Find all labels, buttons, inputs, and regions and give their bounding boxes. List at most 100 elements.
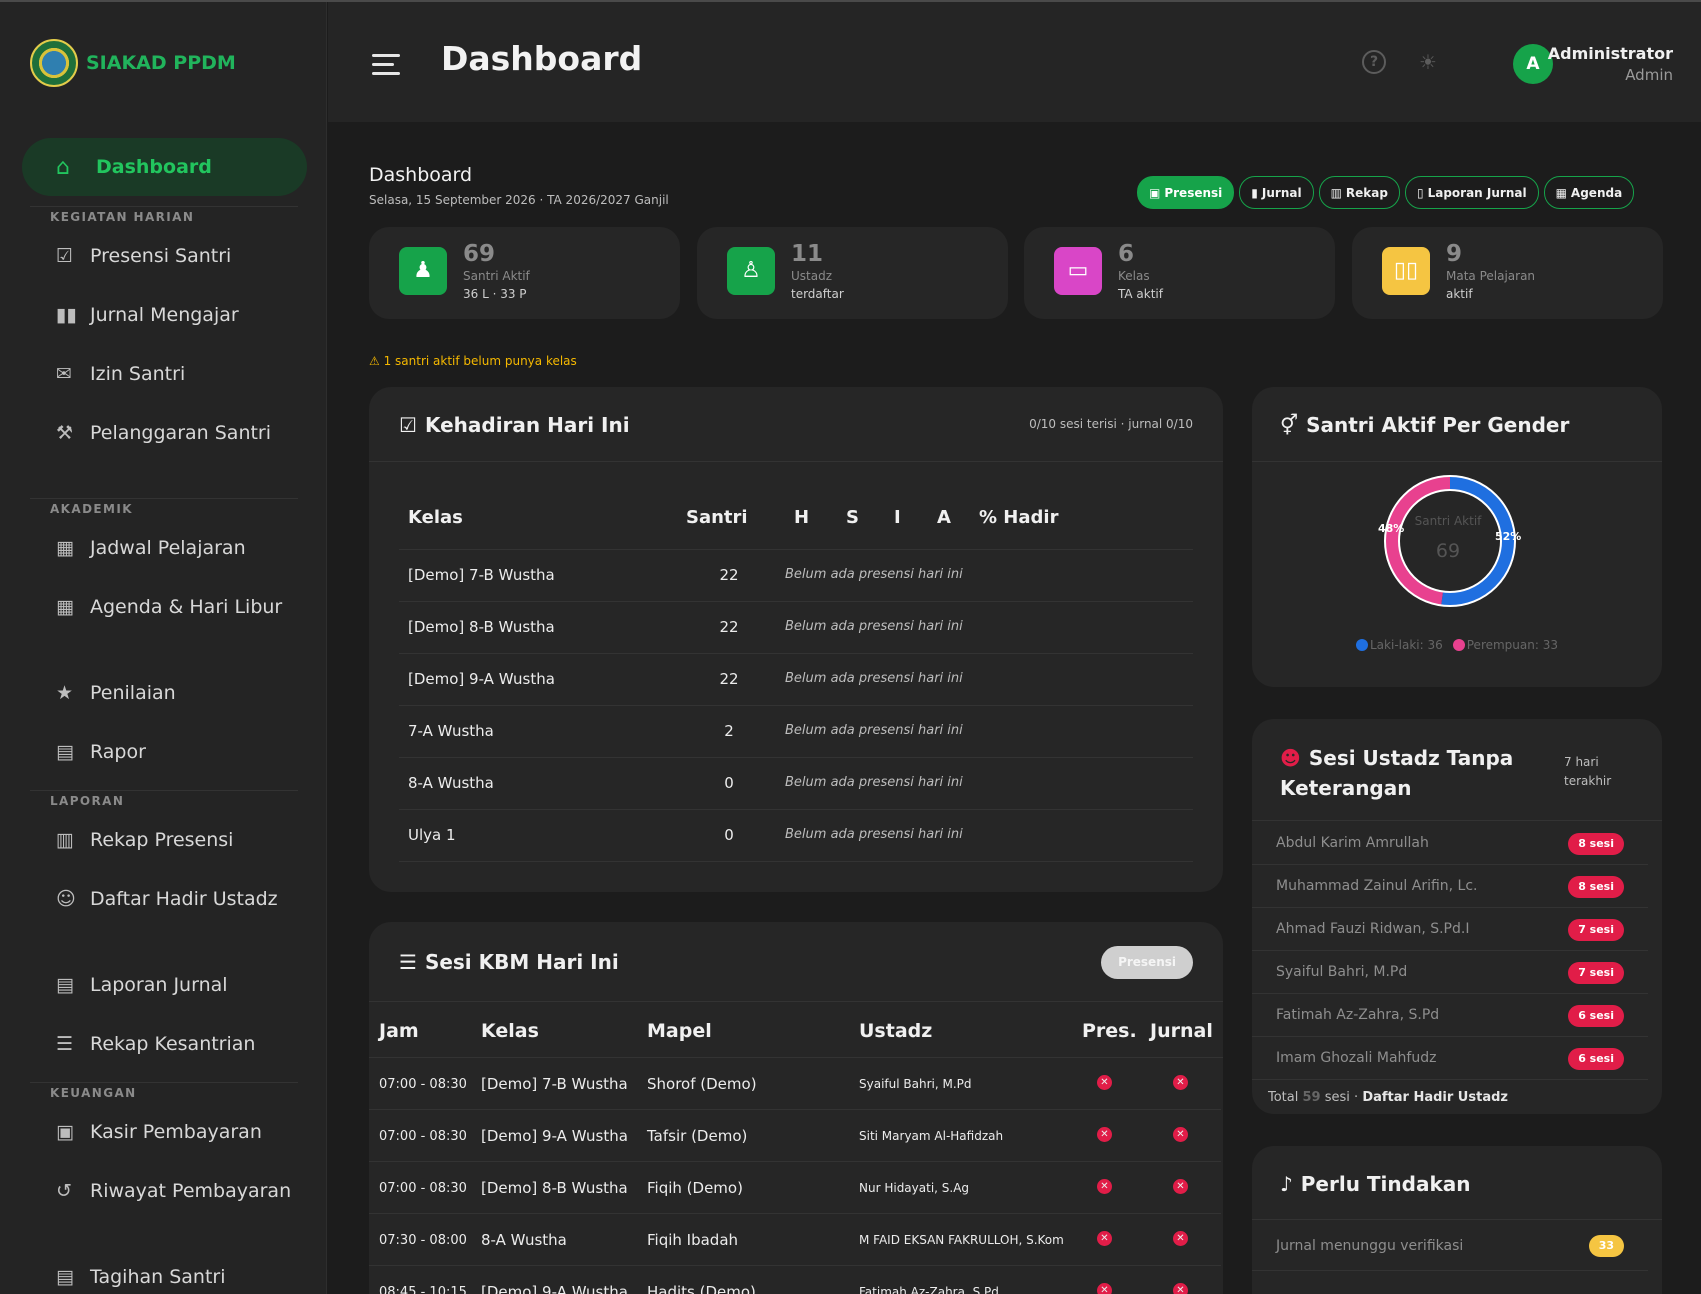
top-header: Dashboard ? ☀ A Administrator Admin [328, 2, 1701, 122]
card-header: ♪ Perlu Tindakan [1252, 1146, 1662, 1220]
warning-message[interactable]: ⚠ 1 santri aktif belum punya kelas [369, 354, 577, 368]
column-header: S [846, 507, 859, 528]
sidebar-item-pelanggaran-santri[interactable]: ⚒ Pelanggaran Santri [56, 420, 306, 447]
nav-divider [30, 790, 298, 791]
sidebar-item-laporan-jurnal[interactable]: ▤ Laporan Jurnal [56, 972, 306, 999]
presensi-button[interactable]: ▣ Presensi [1137, 176, 1235, 209]
daftar-hadir-link[interactable]: Daftar Hadir Ustadz [1362, 1090, 1508, 1105]
column-header: Jam [379, 1020, 419, 1042]
user-name[interactable]: Administrator [1548, 44, 1673, 63]
donut-center-label: Santri Aktif [1415, 514, 1483, 528]
donut-center-value: 69 [1436, 540, 1460, 562]
legend-dot [1356, 639, 1368, 651]
close-circle-icon: ✕ [1173, 1127, 1188, 1142]
calendar-icon: ▦ [56, 537, 74, 559]
card-title: ☰ Sesi KBM Hari Ini [399, 950, 619, 974]
table-row[interactable]: 07:00 - 08:30 [Demo] 8-B Wustha Fiqih (Dem… [369, 1162, 1221, 1214]
sidebar: SIAKAD PPDM ⌂ Dashboard KEGIATAN HARIAN … [0, 2, 327, 1294]
stat-label: Kelas [1118, 269, 1150, 283]
stat-card-kelas[interactable]: ▭ 6 Kelas TA aktif [1024, 227, 1335, 319]
sidebar-item-daftar-hadir-ustadz[interactable]: ☺ Daftar Hadir Ustadz [56, 886, 306, 913]
stat-label: Santri Aktif [463, 269, 530, 283]
history-icon: ↺ [56, 1180, 72, 1202]
legend-item-laki-laki[interactable]: Laki-laki: 36 [1356, 638, 1443, 652]
help-icon[interactable]: ? [1362, 50, 1386, 74]
book-open-icon: ▮▮ [56, 304, 77, 326]
column-header: Jurnal [1150, 1020, 1213, 1042]
list-item[interactable]: Jurnal menunggu verifikasi 33 [1252, 1221, 1648, 1271]
brand-logo [30, 39, 78, 87]
menu-toggle-icon[interactable] [372, 54, 400, 76]
close-circle-icon: ✕ [1097, 1283, 1112, 1294]
table-row[interactable]: 7-A Wustha 2 Belum ada presensi hari ini [399, 706, 1193, 758]
sidebar-item-kasir-pembayaran[interactable]: ▣ Kasir Pembayaran [56, 1119, 306, 1146]
sidebar-item-rekap-presensi[interactable]: ▥ Rekap Presensi [56, 827, 306, 854]
brand[interactable]: SIAKAD PPDM [30, 39, 236, 87]
table-row[interactable]: [Demo] 8-B Wustha 22 Belum ada presensi ha… [399, 602, 1193, 654]
stat-card-santri[interactable]: ♟ 69 Santri Aktif 36 L · 33 P [369, 227, 680, 319]
sidebar-item-rekap-kesantrian[interactable]: ☰ Rekap Kesantrian [56, 1031, 306, 1058]
envelope-icon: ✉ [56, 363, 72, 385]
sidebar-item-tagihan-santri[interactable]: ▤ Tagihan Santri [56, 1264, 306, 1291]
table-row[interactable]: [Demo] 7-B Wustha 22 Belum ada presensi ha… [399, 550, 1193, 602]
sidebar-item-riwayat-pembayaran[interactable]: ↺ Riwayat Pembayaran [56, 1178, 306, 1205]
sidebar-item-presensi-santri[interactable]: ☑ Presensi Santri [56, 243, 306, 270]
card-header: ⚥ Santri Aktif Per Gender [1252, 387, 1662, 462]
sidebar-item-penilaian[interactable]: ★ Penilaian [56, 680, 306, 707]
presensi-button[interactable]: Presensi [1101, 946, 1193, 979]
clipboard-check-icon: ☑ [399, 413, 417, 437]
column-header: I [894, 507, 901, 528]
card-header: ☰ Sesi KBM Hari Ini Presensi [369, 922, 1223, 1002]
sidebar-item-jadwal-pelajaran[interactable]: ▦ Jadwal Pelajaran [56, 535, 306, 562]
page-title: Dashboard [441, 39, 643, 78]
stat-card-mapel[interactable]: ▯▯ 9 Mata Pelajaran aktif [1352, 227, 1663, 319]
sidebar-item-dashboard[interactable]: ⌂ Dashboard [22, 138, 307, 196]
legend-dot [1452, 639, 1465, 651]
user-role: Admin [1625, 66, 1673, 84]
laporan-jurnal-button[interactable]: ▯ Laporan Jurnal [1404, 176, 1539, 209]
close-circle-icon: ✕ [1097, 1075, 1112, 1090]
table-row[interactable]: 07:00 - 08:30 [Demo] 9-A Wustha Tafsir (De… [369, 1110, 1221, 1162]
user-check-icon: ☺ [56, 888, 76, 910]
table-row[interactable]: 07:30 - 08:00 8-A Wustha Fiqih Ibadah M FAI… [369, 1214, 1221, 1266]
table-row[interactable]: [Demo] 9-A Wustha 22 Belum ada presensi ha… [399, 654, 1193, 706]
table-row[interactable]: Ulya 1 0 Belum ada presensi hari ini [399, 810, 1193, 862]
legend-item-perempuan[interactable]: Perempuan: 33 [1452, 638, 1558, 652]
table-row[interactable]: 8-A Wustha 0 Belum ada presensi hari ini [399, 758, 1193, 810]
list-item[interactable]: Abdul Karim Amrullah 8 sesi [1252, 822, 1648, 865]
list-item[interactable]: Imam Ghozali Mahfudz 6 sesi [1252, 1037, 1648, 1080]
slice-pct-label: 52% [1495, 530, 1521, 543]
theme-toggle-icon[interactable]: ☀ [1416, 50, 1440, 74]
nav-divider [30, 498, 298, 499]
list-item[interactable]: Fatimah Az-Zahra, S.Pd 6 sesi [1252, 994, 1648, 1037]
file-icon: ▯ [1416, 185, 1424, 200]
column-header: % Hadir [979, 507, 1059, 528]
list-item[interactable]: Syaiful Bahri, M.Pd 7 sesi [1252, 951, 1648, 994]
agenda-button[interactable]: ▦ Agenda [1543, 176, 1635, 209]
stat-card-ustadz[interactable]: ♙ 11 Ustadz terdaftar [697, 227, 1008, 319]
list-item[interactable]: Muhammad Zainul Arifin, Lc. 8 sesi [1252, 865, 1648, 908]
close-circle-icon: ✕ [1097, 1231, 1112, 1246]
column-header: Mapel [647, 1020, 712, 1042]
home-icon: ⌂ [56, 154, 70, 180]
stat-label: Mata Pelajaran [1446, 269, 1536, 283]
jurnal-button[interactable]: ▮ Jurnal [1239, 176, 1314, 209]
chart-icon: ▥ [1330, 185, 1342, 200]
nav-divider [30, 1082, 298, 1083]
table-row[interactable]: 07:00 - 08:30 [Demo] 7-B Wustha Shorof (De… [369, 1058, 1221, 1110]
nav-section-keuangan: KEUANGAN [50, 1086, 137, 1100]
kbm-card: ☰ Sesi KBM Hari Ini Presensi Jam Kelas Ma… [369, 922, 1223, 1294]
count-badge: 6 sesi [1568, 1048, 1624, 1070]
table-row[interactable]: 08:45 - 10:15 [Demo] 9-A Wustha Hadits (De… [369, 1266, 1221, 1294]
sidebar-item-jurnal-mengajar[interactable]: ▮▮ Jurnal Mengajar [56, 302, 306, 329]
sidebar-item-izin-santri[interactable]: ✉ Izin Santri [56, 361, 306, 388]
list-item[interactable]: Ahmad Fauzi Ridwan, S.Pd.I 7 sesi [1252, 908, 1648, 951]
sidebar-item-rapor[interactable]: ▤ Rapor [56, 739, 306, 766]
sidebar-item-agenda-hari-libur[interactable]: ▦ Agenda & Hari Libur [56, 594, 306, 621]
stat-label: Ustadz [791, 269, 833, 283]
column-header: Kelas [481, 1020, 539, 1042]
close-circle-icon: ✕ [1097, 1179, 1112, 1194]
close-circle-icon: ✕ [1173, 1075, 1188, 1090]
invoice-icon: ▤ [56, 1266, 74, 1288]
rekap-button[interactable]: ▥ Rekap [1318, 176, 1400, 209]
